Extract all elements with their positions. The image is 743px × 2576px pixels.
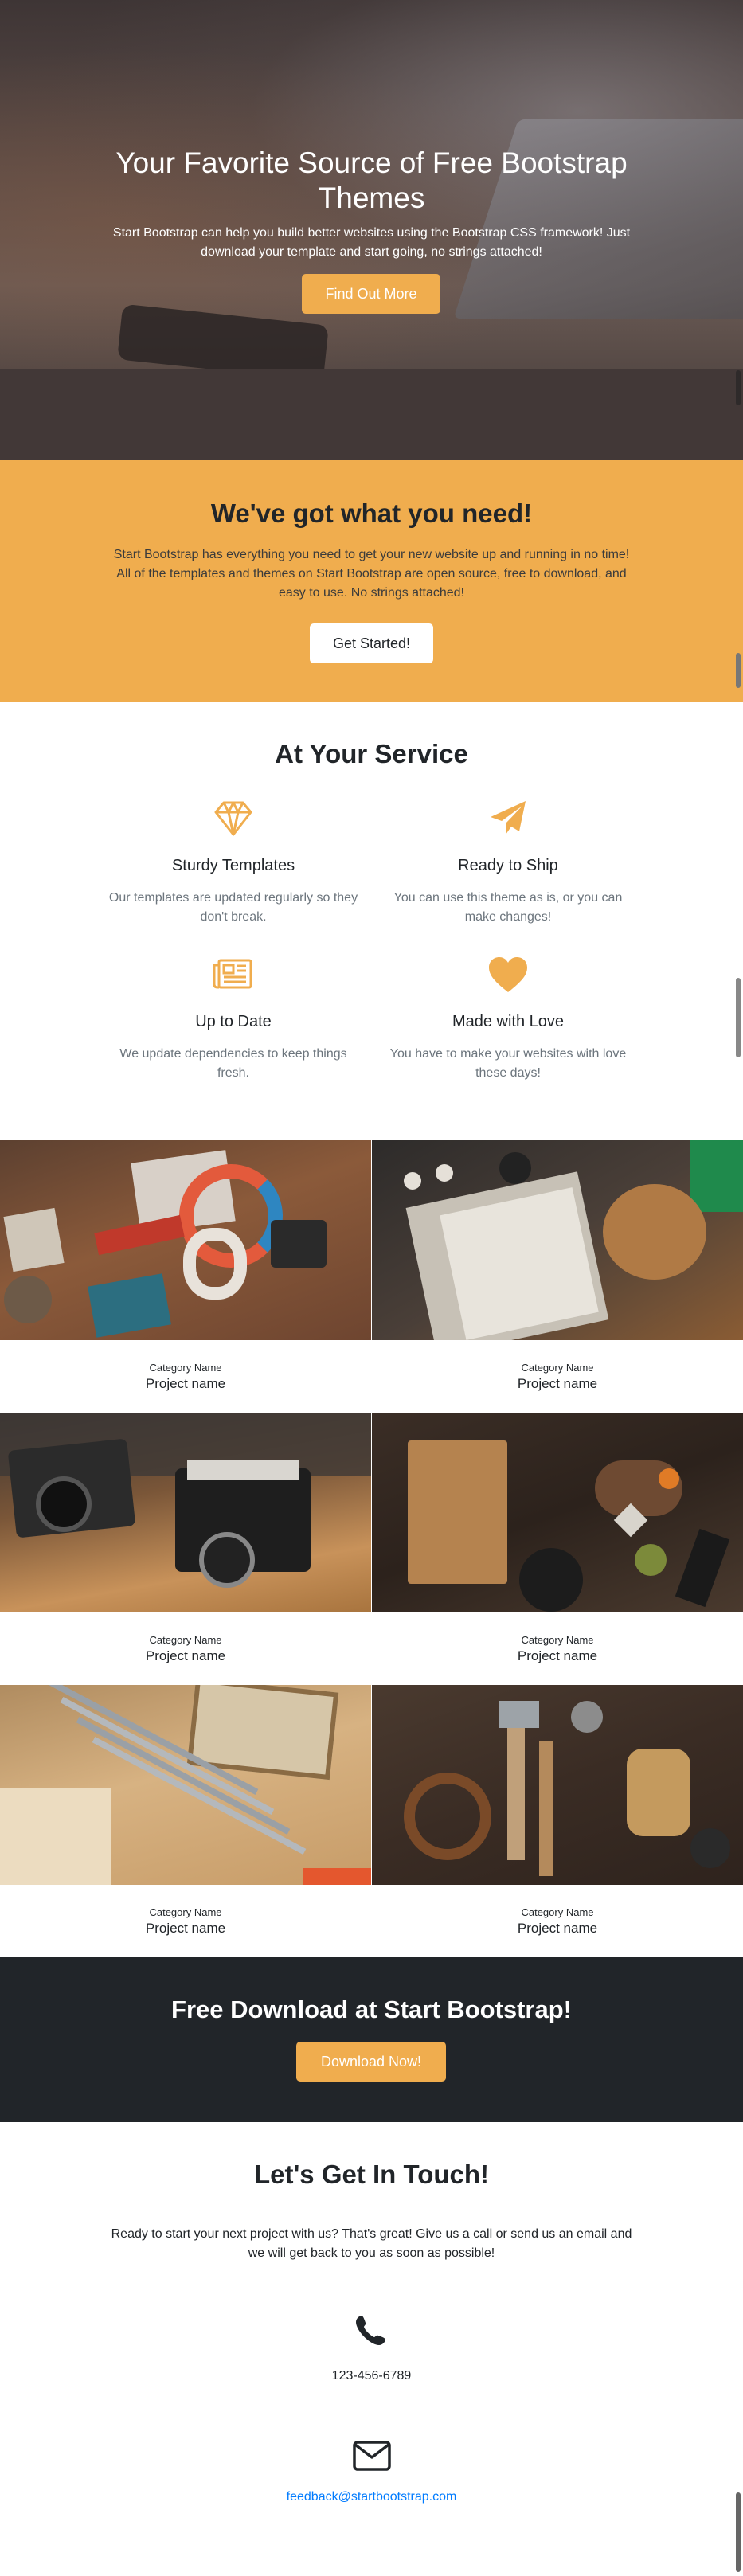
- portfolio-project-name: Project name: [145, 1376, 226, 1391]
- portfolio-image: [0, 1140, 371, 1340]
- find-out-more-button[interactable]: Find Out More: [302, 274, 440, 314]
- portfolio-caption: Category Name Project name: [372, 1340, 743, 1413]
- scroll-indicator: [736, 653, 741, 688]
- portfolio-caption: Category Name Project name: [0, 1885, 371, 1957]
- contact-title: Let's Get In Touch!: [253, 2160, 490, 2189]
- portfolio-image: [0, 1685, 371, 1885]
- scroll-indicator: [736, 370, 741, 405]
- service-text: You can use this theme as is, or you can…: [393, 891, 623, 924]
- about-title: We've got what you need!: [210, 498, 533, 528]
- scroll-indicator: [736, 978, 741, 1057]
- hero-subtitle: Start Bootstrap can help you build bette…: [112, 226, 631, 259]
- service-up-to-date: Up to Date We update dependencies to kee…: [106, 952, 361, 1083]
- service-text: Our templates are updated regularly so t…: [108, 891, 358, 924]
- service-title: Made with Love: [452, 1013, 565, 1030]
- contact-email-link[interactable]: feedback@startbootstrap.com: [0, 2488, 743, 2507]
- service-text: We update dependencies to keep things fr…: [119, 1047, 347, 1080]
- portfolio-item[interactable]: Category Name Project name: [372, 1685, 743, 1957]
- service-title: Ready to Ship: [458, 857, 558, 874]
- service-made-with-love: Made with Love You have to make your web…: [381, 952, 635, 1083]
- get-started-button[interactable]: Get Started!: [310, 623, 433, 663]
- service-text: You have to make your websites with love…: [389, 1047, 627, 1080]
- hero-title: Your Favorite Source of Free Bootstrap T…: [115, 147, 628, 214]
- service-title: Up to Date: [195, 1013, 272, 1030]
- portfolio-project-name: Project name: [517, 1921, 598, 1936]
- about-section: We've got what you need! Start Bootstrap…: [0, 460, 743, 702]
- portfolio-caption: Category Name Project name: [0, 1612, 371, 1685]
- diamond-icon: [214, 801, 252, 836]
- portfolio-item[interactable]: Category Name Project name: [0, 1413, 371, 1685]
- portfolio-project-name: Project name: [517, 1376, 598, 1391]
- portfolio-category: Category Name: [521, 1634, 594, 1646]
- portfolio-category: Category Name: [149, 1906, 222, 1918]
- phone-icon: [356, 2316, 385, 2345]
- service-ready-to-ship: Ready to Ship You can use this theme as …: [381, 796, 635, 927]
- download-title: Free Download at Start Bootstrap!: [171, 1996, 572, 2023]
- heart-icon: [489, 957, 527, 992]
- portfolio-caption: Category Name Project name: [372, 1885, 743, 1957]
- portfolio-caption: Category Name Project name: [372, 1612, 743, 1685]
- portfolio-project-name: Project name: [145, 1921, 226, 1936]
- portfolio-item[interactable]: Category Name Project name: [0, 1140, 371, 1413]
- download-section: Free Download at Start Bootstrap! Downlo…: [0, 1957, 743, 2122]
- download-now-button[interactable]: Download Now!: [296, 2042, 446, 2082]
- portfolio-category: Category Name: [149, 1634, 222, 1646]
- portfolio-project-name: Project name: [517, 1648, 598, 1663]
- about-text: Start Bootstrap has everything you need …: [113, 548, 630, 600]
- paper-plane-icon: [491, 801, 526, 835]
- portfolio-image: [372, 1685, 743, 1885]
- service-sturdy-templates: Sturdy Templates Our templates are updat…: [106, 796, 361, 927]
- portfolio-category: Category Name: [149, 1362, 222, 1374]
- hero-lower-band: [0, 369, 743, 460]
- portfolio-caption: Category Name Project name: [0, 1340, 371, 1413]
- portfolio-project-name: Project name: [145, 1648, 226, 1663]
- portfolio-item[interactable]: Category Name Project name: [372, 1413, 743, 1685]
- portfolio-image: [372, 1140, 743, 1340]
- hero-section: Your Favorite Source of Free Bootstrap T…: [0, 0, 743, 460]
- services-title: At Your Service: [275, 739, 468, 768]
- portfolio-item[interactable]: Category Name Project name: [0, 1685, 371, 1957]
- portfolio-image: [372, 1413, 743, 1612]
- newspaper-icon: [213, 959, 252, 989]
- service-title: Sturdy Templates: [171, 857, 295, 874]
- contact-phone: 123-456-6789: [331, 2369, 412, 2383]
- portfolio-item[interactable]: Category Name Project name: [372, 1140, 743, 1413]
- portfolio-category: Category Name: [521, 1362, 594, 1374]
- portfolio-category: Category Name: [521, 1906, 594, 1918]
- envelope-icon: [353, 2441, 391, 2471]
- contact-text: Ready to start your next project with us…: [111, 2227, 632, 2260]
- scroll-indicator: [736, 2492, 741, 2572]
- portfolio-image: [0, 1413, 371, 1612]
